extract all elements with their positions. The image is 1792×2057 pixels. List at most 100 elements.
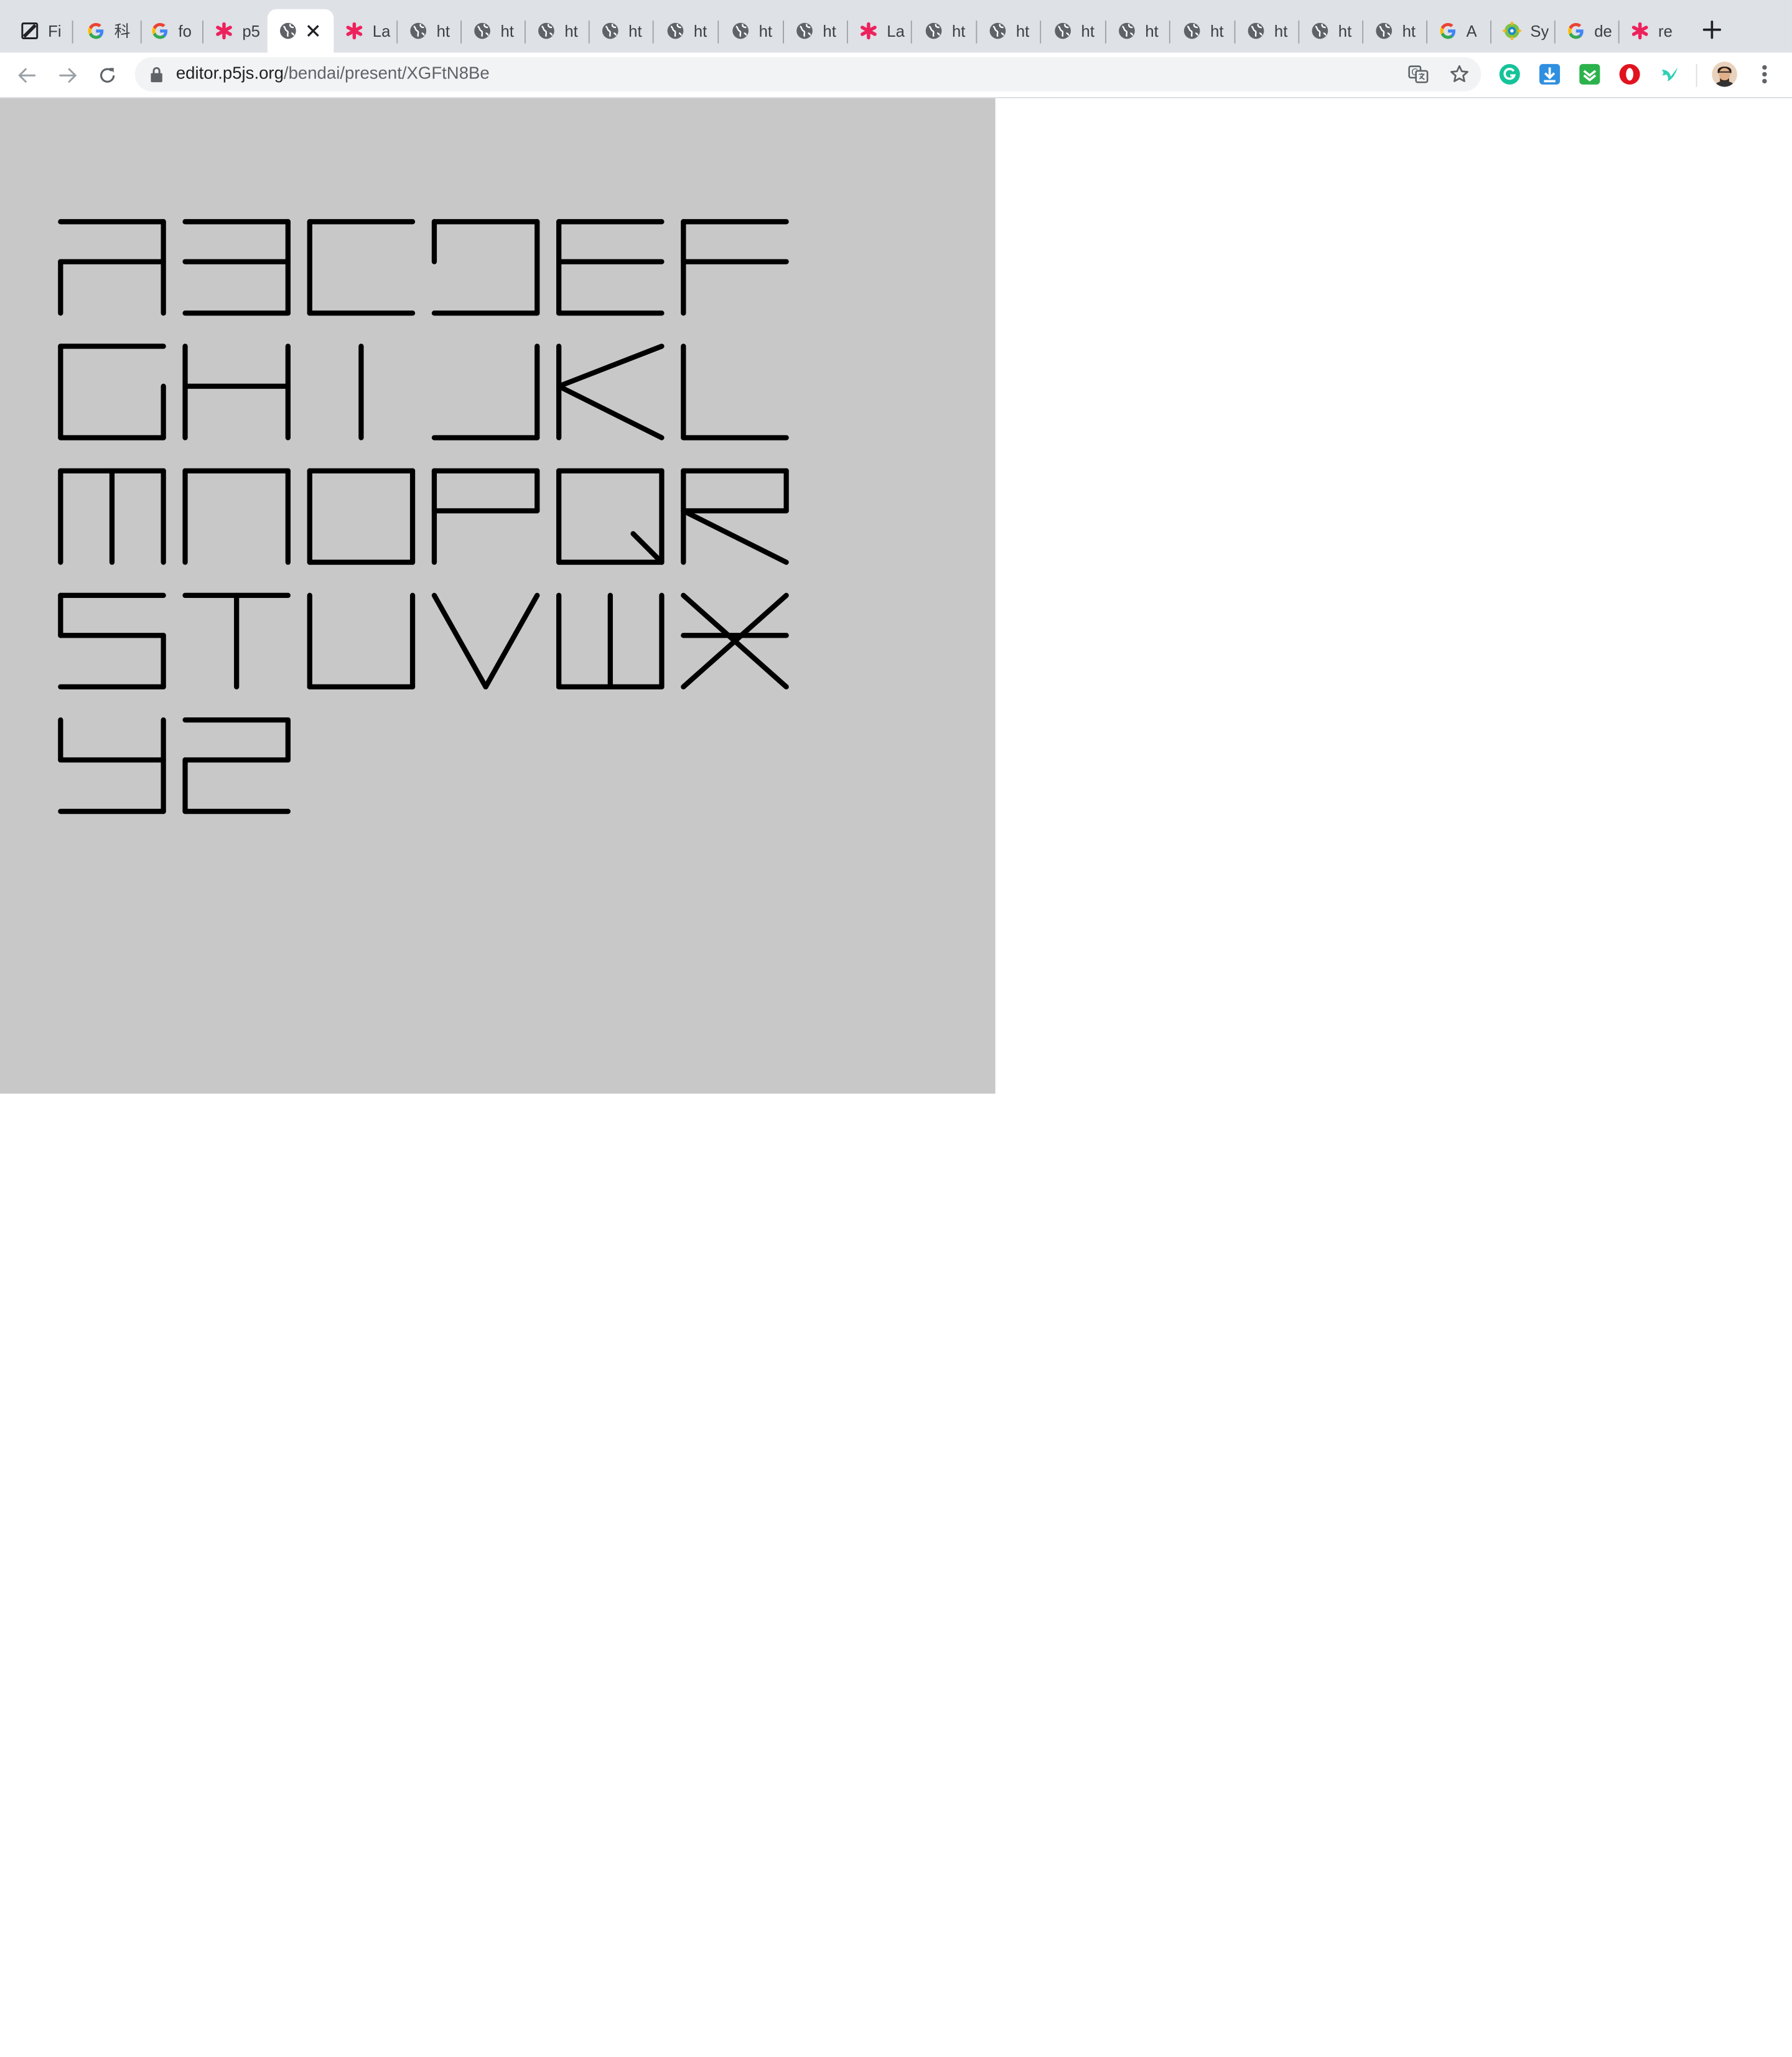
tab-favicon <box>601 22 619 40</box>
grammarly-extension[interactable] <box>1498 63 1521 86</box>
glyph-q <box>556 468 665 565</box>
globe-icon <box>1119 22 1135 39</box>
tab-title: de <box>1594 21 1612 40</box>
globe-icon <box>1248 22 1264 39</box>
tab-favicon <box>731 22 749 40</box>
bird-extension[interactable] <box>1658 63 1681 86</box>
glyph-x <box>681 592 789 689</box>
tab-title: La <box>887 21 905 40</box>
tab-favicon <box>795 22 813 40</box>
tab-favicon <box>21 22 39 40</box>
tab-divider <box>72 21 73 44</box>
opera-icon <box>1619 63 1640 85</box>
tab-favicon <box>1375 22 1393 40</box>
browser-tab[interactable]: ht <box>977 9 1042 53</box>
tab-title: ht <box>500 21 514 40</box>
browser-tab[interactable]: ht <box>720 9 784 53</box>
browser-tab[interactable]: ht <box>526 9 590 53</box>
browser-menu-button[interactable] <box>1753 62 1776 86</box>
tab-favicon <box>473 22 491 40</box>
browser-tab[interactable]: p5 <box>203 9 268 53</box>
browser-tab[interactable]: Sy <box>1491 9 1556 53</box>
browser-tab[interactable]: ht <box>398 9 462 53</box>
browser-tab[interactable]: ht <box>590 9 654 53</box>
toolbar-divider <box>1696 63 1697 87</box>
browser-tab[interactable]: La <box>334 9 398 53</box>
p5-asterisk-icon <box>346 22 363 40</box>
glyph-f <box>681 219 789 316</box>
globe-icon <box>667 22 684 39</box>
close-tab-button[interactable] <box>302 19 325 42</box>
browser-tab[interactable]: La <box>848 9 912 53</box>
figma-icon <box>21 22 39 39</box>
browser-tab[interactable]: Fi <box>9 9 73 53</box>
forward-button[interactable] <box>54 62 81 89</box>
bird-icon <box>1661 67 1678 82</box>
tab-title: ht <box>758 21 773 40</box>
gear-colorful-icon <box>1503 21 1521 40</box>
tab-favicon <box>925 22 943 40</box>
menu-dot <box>1762 72 1767 77</box>
globe-icon <box>410 22 427 39</box>
tab-favicon <box>1631 22 1649 40</box>
browser-tab[interactable]: ht <box>913 9 978 53</box>
browser-tab[interactable]: ht <box>462 9 526 53</box>
tab-favicon <box>215 22 233 40</box>
glyph-b <box>182 219 291 316</box>
translate-button[interactable]: G <box>1408 64 1429 85</box>
opera-extension[interactable] <box>1618 63 1641 86</box>
browser-tab[interactable]: 科 <box>75 9 142 53</box>
glyph-j <box>431 343 540 441</box>
browser-tab[interactable]: ht <box>1106 9 1170 53</box>
menu-dot <box>1762 65 1767 70</box>
globe-icon <box>796 22 813 39</box>
tab-favicon <box>1439 22 1457 40</box>
tab-favicon <box>345 22 363 40</box>
tab-divider <box>652 21 654 44</box>
p5-sketch-canvas[interactable] <box>0 98 996 1094</box>
address-bar[interactable]: editor.p5js.org/bendai/present/XGFtN8Be … <box>134 57 1482 91</box>
browser-tab[interactable] <box>267 9 334 53</box>
globe-icon <box>989 22 1006 39</box>
glyph-w <box>556 592 665 689</box>
tab-favicon <box>279 22 297 40</box>
tab-title: re <box>1658 21 1673 40</box>
browser-tab[interactable]: re <box>1620 9 1684 53</box>
url-host: editor.p5js.org <box>175 63 284 84</box>
globe-icon <box>732 22 749 39</box>
lock-icon <box>151 67 162 83</box>
downloader-extension[interactable] <box>1538 63 1561 86</box>
tab-title: Fi <box>48 21 62 40</box>
tab-title: 科 <box>114 21 131 40</box>
google-icon <box>152 22 168 39</box>
tab-title: fo <box>178 21 192 40</box>
glyph-n <box>182 468 291 565</box>
browser-tab[interactable]: de <box>1556 9 1620 53</box>
tab-favicon <box>1503 21 1521 40</box>
bookmark-star-button[interactable] <box>1449 64 1470 85</box>
feedly-extension[interactable] <box>1578 63 1601 86</box>
glyph-a <box>58 219 166 316</box>
globe-icon <box>1055 22 1071 39</box>
new-tab-button[interactable] <box>1698 16 1725 44</box>
browser-tab[interactable]: ht <box>1299 9 1364 53</box>
browser-tab[interactable]: ht <box>1172 9 1236 53</box>
browser-tab[interactable]: ht <box>784 9 848 53</box>
reload-button[interactable] <box>94 62 121 89</box>
browser-tab[interactable]: ht <box>1042 9 1106 53</box>
tab-favicon <box>537 22 555 40</box>
google-icon <box>1440 22 1456 39</box>
globe-icon <box>1183 22 1200 39</box>
browser-tab[interactable]: ht <box>1363 9 1428 53</box>
profile-avatar[interactable] <box>1712 62 1737 87</box>
avatar-icon <box>1712 62 1737 87</box>
browser-tab[interactable]: ht <box>1235 9 1300 53</box>
browser-tab[interactable]: ht <box>655 9 719 53</box>
tab-favicon <box>409 22 427 40</box>
back-button[interactable] <box>14 62 41 89</box>
p5-asterisk-icon <box>216 22 232 40</box>
globe-icon <box>474 22 490 39</box>
browser-tab[interactable]: fo <box>139 9 203 53</box>
tab-title: ht <box>436 21 450 40</box>
browser-tab[interactable]: A <box>1427 9 1491 53</box>
